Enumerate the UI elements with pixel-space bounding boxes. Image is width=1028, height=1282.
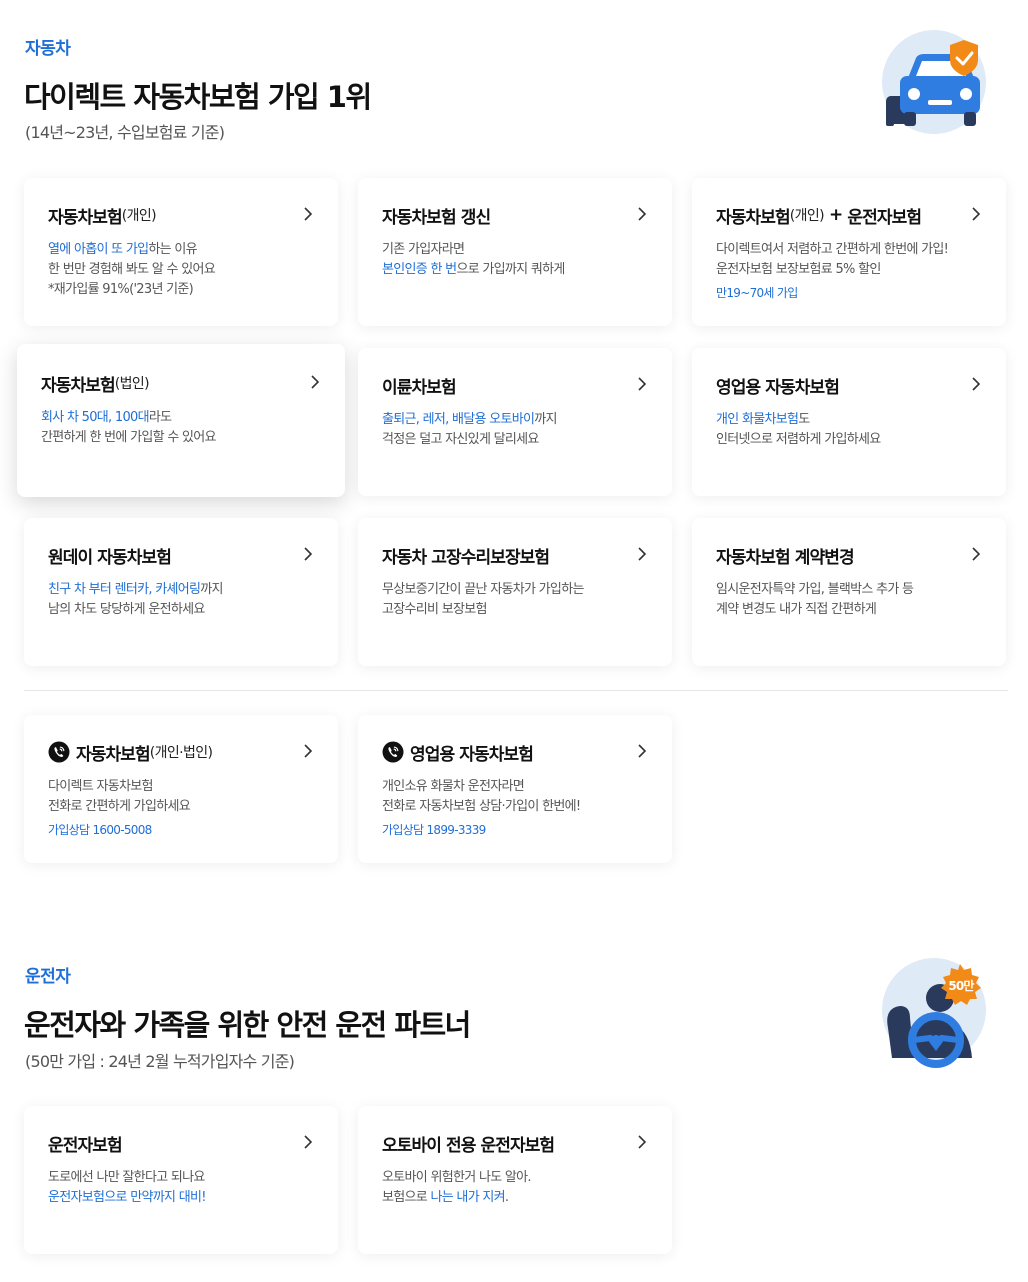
card-title-sub: (개인)	[121, 208, 157, 224]
phone-number[interactable]: 가입상담 1600-5008	[48, 821, 314, 838]
desc-line: 전화로 자동차보험 상담·가입이 한번에!	[382, 799, 581, 814]
desc-line: 고장수리비 보장보험	[382, 602, 487, 617]
desc-text: 까지	[534, 412, 557, 427]
card-auto-renewal[interactable]: 자동차보험 갱신 기존 가입자라면 본인인증 한 번으로 가입까지 쿼하게	[358, 178, 672, 326]
desc-line: 한 번만 경험해 봐도 알 수 있어요	[48, 262, 216, 277]
card-title: 자동차보험	[41, 375, 116, 396]
desc-line: 인터넷으로 저렴하게 가입하세요	[716, 432, 881, 447]
desc-highlight: 나는 내가 지켜	[430, 1190, 505, 1205]
card-title: 영업용 자동차보험	[716, 377, 840, 398]
desc-line: 무상보증기간이 끝난 자동차가 가입하는	[382, 582, 584, 597]
desc-line: 기존 가입자라면	[382, 242, 465, 257]
chevron-right-icon	[638, 207, 647, 221]
phone-number[interactable]: 가입상담 1899-3339	[382, 821, 648, 838]
desc-line: 다이렉트 자동차보험	[48, 779, 153, 794]
card-title: 이륜차보험	[382, 377, 457, 398]
chevron-right-icon	[972, 207, 981, 221]
chevron-right-icon	[304, 547, 313, 561]
phone-icon	[48, 741, 70, 763]
desc-line: 간편하게 한 번에 가입할 수 있어요	[41, 430, 217, 445]
section-divider	[24, 690, 1008, 691]
card-title: 자동차보험	[76, 744, 151, 765]
card-phone-auto[interactable]: 자동차보험 (개인·법인) 다이렉트 자동차보험 전화로 간편하게 가입하세요 가…	[24, 715, 338, 863]
phone-icon	[382, 741, 404, 763]
card-title: 오토바이 전용 운전자보험	[382, 1135, 555, 1156]
desc-text: 도	[798, 412, 810, 427]
desc-highlight: 출퇴근, 레저, 배달용 오토바이	[382, 412, 535, 427]
desc-text: 까지	[200, 582, 223, 597]
driver-icon: 50만	[878, 958, 988, 1068]
desc-text: .	[504, 1190, 509, 1205]
chevron-right-icon	[972, 547, 981, 561]
desc-highlight: 친구 차 부터 렌터카, 카셰어링	[48, 582, 201, 597]
chevron-right-icon	[304, 744, 313, 758]
desc-line: 운전자보험 보장보험료 5% 할인	[716, 262, 881, 277]
chevron-right-icon	[304, 207, 313, 221]
card-commercial-auto[interactable]: 영업용 자동차보험 개인 화물차보험도 인터넷으로 저렴하게 가입하세요	[692, 348, 1006, 496]
section-headline-car: 다이렉트 자동차보험 가입 1위	[24, 80, 372, 114]
desc-text: 라도	[148, 410, 172, 425]
card-title: 원데이 자동차보험	[48, 547, 172, 568]
card-title-sub: (개인·법인)	[149, 745, 213, 761]
card-title-sub: (개인)	[789, 208, 825, 224]
desc-line: 남의 차도 당당하게 운전하세요	[48, 602, 205, 617]
desc-line: 계약 변경도 내가 직접 간편하게	[716, 602, 877, 617]
card-contract-change[interactable]: 자동차보험 계약변경 임시운전자특약 가입, 블랙박스 추가 등 계약 변경도 …	[692, 518, 1006, 666]
card-title: 영업용 자동차보험	[410, 744, 534, 765]
section-eyebrow-car: 자동차	[25, 39, 71, 59]
desc-highlight: 열에 아홉이 또 가입	[48, 242, 149, 257]
card-motorcycle[interactable]: 이륜차보험 출퇴근, 레저, 배달용 오토바이까지 걱정은 덜고 자신있게 달리…	[358, 348, 672, 496]
card-auto-corporate[interactable]: 자동차보험 (법인) 회사 차 50대, 100대라도 간편하게 한 번에 가입할…	[17, 344, 345, 497]
chevron-right-icon	[638, 1135, 647, 1149]
card-note: 만19~70세 가입	[716, 286, 798, 300]
card-title: 자동차보험 계약변경	[716, 547, 855, 568]
card-title: 운전자보험	[48, 1135, 123, 1156]
desc-line: 걱정은 덜고 자신있게 달리세요	[382, 432, 539, 447]
card-title-sub: (법인)	[114, 376, 150, 392]
desc-text: 하는 이유	[148, 242, 197, 257]
desc-line: 임시운전자특약 가입, 블랙박스 추가 등	[716, 582, 914, 597]
card-auto-plus-driver[interactable]: 자동차보험 (개인) + 운전자보험 다이렉트여서 저렴하고 간편하게 한번에 가입!…	[692, 178, 1006, 326]
card-title: 자동차 고장수리보장보험	[382, 547, 550, 568]
desc-text: 으로 가입까지 쿼하게	[456, 262, 565, 277]
section-headline-driver: 운전자와 가족을 위한 안전 운전 파트너	[24, 1008, 471, 1042]
card-motorcycle-driver[interactable]: 오토바이 전용 운전자보험 오토바이 위험한거 나도 알아. 보험으로 나는 내…	[358, 1106, 672, 1254]
badge-50man: 50만	[948, 979, 974, 993]
chevron-right-icon	[638, 744, 647, 758]
section-subline-car: (14년~23년, 수입보험료 기준)	[25, 123, 225, 142]
card-repair-warranty[interactable]: 자동차 고장수리보장보험 무상보증기간이 끝난 자동차가 가입하는 고장수리비 …	[358, 518, 672, 666]
card-driver-insurance[interactable]: 운전자보험 도로에선 나만 잘한다고 되나요 운전자보험으로 만약까지 대비!	[24, 1106, 338, 1254]
desc-highlight: 개인 화물차보험	[716, 412, 799, 427]
section-eyebrow-driver: 운전자	[25, 967, 71, 987]
card-oneday-auto[interactable]: 원데이 자동차보험 친구 차 부터 렌터카, 카셰어링까지 남의 차도 당당하게…	[24, 518, 338, 666]
card-title: 자동차보험 갱신	[382, 207, 491, 228]
desc-line: 전화로 간편하게 가입하세요	[48, 799, 191, 814]
card-title-2: 운전자보험	[847, 207, 922, 228]
desc-text: 보험으로	[382, 1190, 431, 1205]
section-subline-driver: (50만 가입 : 24년 2월 누적가입자수 기준)	[25, 1052, 295, 1071]
card-auto-personal[interactable]: 자동차보험 (개인) 열에 아홉이 또 가입하는 이유 한 번만 경험해 봐도 알…	[24, 178, 338, 326]
card-title: 자동차보험	[48, 207, 123, 228]
chevron-right-icon	[311, 375, 320, 389]
plus-sign: +	[829, 205, 843, 225]
desc-line: 오토바이 위험한거 나도 알아.	[382, 1170, 532, 1185]
car-shield-icon	[878, 30, 988, 140]
card-phone-commercial[interactable]: 영업용 자동차보험 개인소유 화물차 운전자라면 전화로 자동차보험 상담·가입…	[358, 715, 672, 863]
desc-line: 도로에선 나만 잘한다고 되나요	[48, 1170, 205, 1185]
desc-highlight: 회사 차 50대, 100대	[41, 410, 150, 425]
desc-line: *재가입률 91%('23년 기준)	[48, 282, 194, 297]
card-title: 자동차보험	[716, 207, 791, 228]
chevron-right-icon	[638, 377, 647, 391]
chevron-right-icon	[972, 377, 981, 391]
chevron-right-icon	[304, 1135, 313, 1149]
desc-line: 다이렉트여서 저렴하고 간편하게 한번에 가입!	[716, 242, 949, 257]
desc-highlight: 본인인증 한 번	[382, 262, 457, 277]
chevron-right-icon	[638, 547, 647, 561]
desc-highlight: 운전자보험으로 만약까지 대비!	[48, 1190, 206, 1205]
desc-line: 개인소유 화물차 운전자라면	[382, 779, 525, 794]
